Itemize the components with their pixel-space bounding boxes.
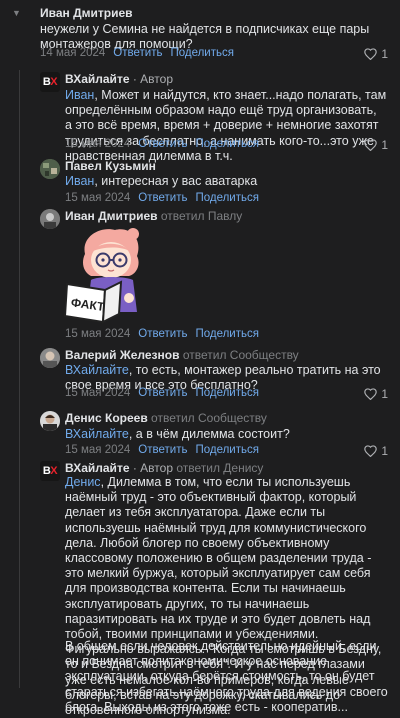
mention-link[interactable]: ВХайлайте (65, 363, 129, 377)
author-badge: · Автор (129, 72, 173, 86)
comment-author[interactable]: Павел Кузьмин (65, 159, 156, 173)
avatar-image (40, 411, 60, 431)
comment-meta: 15 мая 2024 Ответить Поделиться (65, 138, 259, 150)
reply-button[interactable]: Ответить (138, 138, 187, 150)
avatar[interactable]: ВХ (40, 461, 60, 481)
heart-icon (364, 48, 378, 60)
comment-date: 15 мая 2024 (65, 328, 131, 340)
reply-button[interactable]: Ответить (113, 47, 162, 59)
avatar-image (40, 348, 60, 368)
share-button[interactable]: Поделиться (170, 47, 234, 59)
like-count: 1 (381, 138, 388, 152)
reply-button[interactable]: Ответить (138, 387, 187, 399)
comment-date: 15 мая 2024 (65, 138, 131, 150)
like-count: 1 (381, 47, 388, 61)
reply-to-label: ответил Павлу (157, 209, 243, 223)
reply-button[interactable]: Ответить (138, 444, 187, 456)
mention-link[interactable]: ВХайлайте (65, 427, 129, 441)
heart-icon (364, 445, 378, 457)
comment-date: 15 мая 2024 (65, 444, 131, 456)
share-button[interactable]: Поделиться (195, 387, 259, 399)
comment-meta: 14 мая 2024 Ответить Поделиться (40, 47, 234, 59)
reply-to-label: ответил Денису (173, 461, 264, 475)
avatar[interactable] (40, 411, 60, 431)
share-button[interactable]: Поделиться (195, 192, 259, 204)
like-button[interactable]: 1 (364, 444, 388, 458)
like-count: 1 (381, 387, 388, 401)
like-count: 1 (381, 444, 388, 458)
share-button[interactable]: Поделиться (195, 138, 259, 150)
heart-icon (364, 388, 378, 400)
mention-link[interactable]: Иван (65, 174, 94, 188)
avatar-image (40, 209, 60, 229)
share-button[interactable]: Поделиться (195, 444, 259, 456)
comment-text: ВХайлайте, а в чём дилемма состоит? (65, 427, 290, 441)
avatar-image (40, 159, 60, 179)
comment-author[interactable]: ВХайлайте · Автор ответил Денису (65, 461, 263, 475)
heart-icon (364, 139, 378, 151)
like-button[interactable]: 1 (364, 138, 388, 152)
comment-date: 14 мая 2024 (40, 47, 106, 59)
comment-date: 15 мая 2024 (65, 192, 131, 204)
comment-meta: 15 мая 2024 Ответить Поделиться (65, 387, 259, 399)
comment-meta: 15 мая 2024 Ответить Поделиться (65, 192, 259, 204)
comment-author[interactable]: Иван Дмитриев (40, 6, 133, 20)
avatar[interactable] (40, 159, 60, 179)
reply-to-label: ответил Сообществу (179, 348, 299, 362)
reply-to-label: ответил Сообществу (147, 411, 267, 425)
like-button[interactable]: 1 (364, 47, 388, 61)
collapse-arrow-icon[interactable]: ▼ (12, 8, 21, 18)
comment-date: 15 мая 2024 (65, 387, 131, 399)
avatar[interactable] (40, 209, 60, 229)
comment-meta: 15 мая 2024 Ответить Поделиться (65, 328, 259, 340)
like-button[interactable]: 1 (364, 387, 388, 401)
author-badge: · Автор (129, 461, 173, 475)
comment-text: Иван, Может и найдутся, кто знает...надо… (65, 88, 387, 163)
share-button[interactable]: Поделиться (195, 328, 259, 340)
mention-link[interactable]: Денис (65, 475, 101, 489)
comment-meta: 15 мая 2024 Ответить Поделиться (65, 444, 259, 456)
mention-link[interactable]: Иван (65, 88, 94, 102)
thread-line[interactable] (19, 70, 20, 688)
reply-button[interactable]: Ответить (138, 192, 187, 204)
avatar[interactable] (40, 348, 60, 368)
comment-text: Иван, интересная у вас аватарка (65, 174, 258, 188)
reply-button[interactable]: Ответить (138, 328, 187, 340)
avatar[interactable]: ВХ (40, 72, 60, 92)
comment-text-paragraph: В общем если человек действительно идейн… (65, 639, 388, 714)
comment-author[interactable]: ВХайлайте · Автор (65, 72, 173, 86)
comment-author[interactable]: Иван Дмитриев ответил Павлу (65, 209, 242, 223)
comment-author[interactable]: Денис Кореев ответил Сообществу (65, 411, 267, 425)
sticker-image: ФАКТ (63, 228, 139, 324)
comment-author[interactable]: Валерий Железнов ответил Сообществу (65, 348, 299, 362)
